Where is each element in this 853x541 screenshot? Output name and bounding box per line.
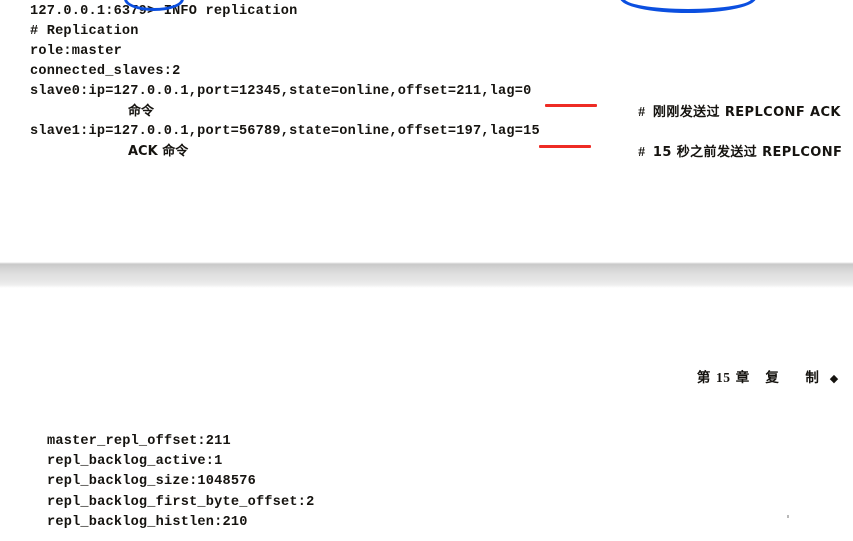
console-line-section: # Replication — [30, 24, 139, 39]
running-head-prefix: 第 — [696, 370, 711, 386]
info-replication-block: master_repl_offset:211 repl_backlog_acti… — [47, 432, 314, 533]
slave1-comment-continued: ACK 命令 — [128, 144, 189, 159]
info-line-repl-backlog-histlen: repl_backlog_histlen:210 — [47, 514, 248, 530]
slave0-comment-continued-row: 命令 — [30, 102, 840, 122]
running-head: 第 15 章 复 制 ◆ — [676, 350, 839, 402]
running-head-title-1: 复 — [765, 370, 780, 386]
slave0-row: slave0:ip=127.0.0.1,port=12345,state=onl… — [30, 82, 841, 120]
red-underline-lag-15 — [539, 145, 591, 148]
console-transcript: 127.0.0.1:6379> INFO replication # Repli… — [30, 2, 842, 162]
diamond-icon: ◆ — [829, 372, 839, 385]
running-head-number: 15 — [716, 370, 731, 385]
red-underline-lag-0 — [545, 104, 597, 107]
info-line-master-repl-offset: master_repl_offset:211 — [47, 434, 231, 449]
slave1-row: slave1:ip=127.0.0.1,port=56789,state=onl… — [30, 122, 842, 160]
slave0-comment-continued: 命令 — [128, 104, 155, 119]
info-line-repl-backlog-active: repl_backlog_active:1 — [47, 454, 223, 470]
scanned-page: 127.0.0.1:6379> INFO replication # Repli… — [0, 0, 853, 541]
console-line-connected-slaves: connected_slaves:2 — [30, 64, 181, 79]
scan-speck — [787, 515, 789, 518]
running-head-unit: 章 — [735, 370, 750, 386]
info-line-repl-backlog-first-byte-offset: repl_backlog_first_byte_offset:2 — [47, 494, 315, 510]
console-line-role: role:master — [30, 44, 122, 59]
running-head-title-2: 制 — [805, 370, 820, 386]
slave0-code: slave0:ip=127.0.0.1,port=12345,state=onl… — [30, 84, 532, 99]
slave1-code: slave1:ip=127.0.0.1,port=56789,state=onl… — [30, 124, 540, 139]
slave1-comment-continued-row: ACK 命令 — [30, 142, 840, 162]
scan-seam-divider — [0, 262, 853, 288]
info-line-repl-backlog-size: repl_backlog_size:1048576 — [47, 474, 256, 490]
